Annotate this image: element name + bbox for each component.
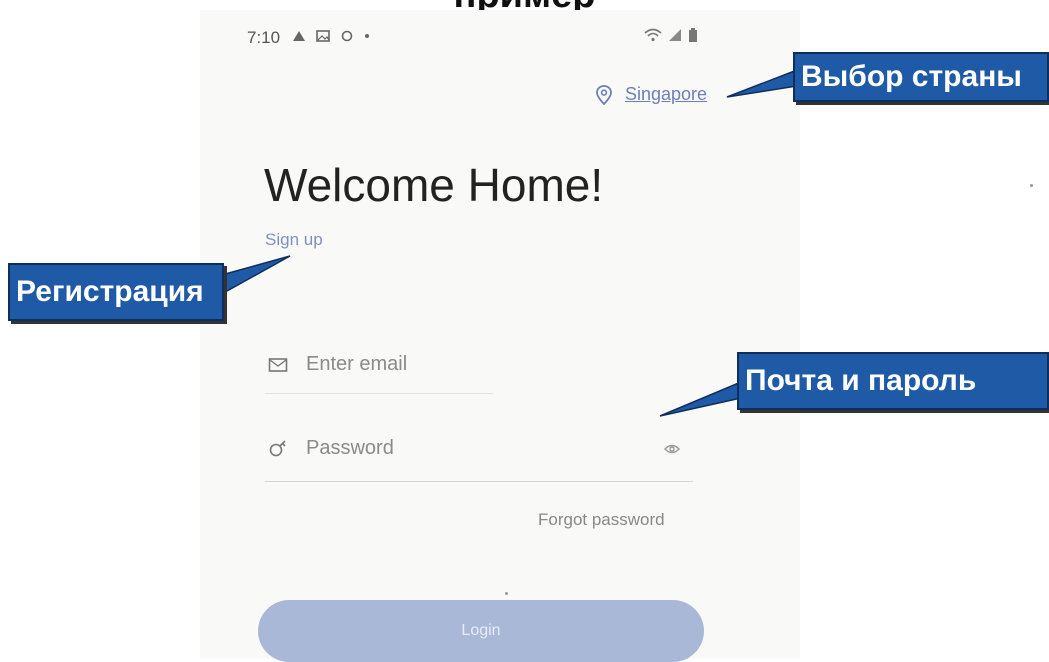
scan-dot (1030, 184, 1033, 187)
pointer-credentials (659, 380, 742, 417)
callout-country-selection: Выбор страны (793, 52, 1049, 102)
pointer-country (726, 68, 798, 98)
pointer-signup (217, 255, 291, 298)
scan-dot (505, 592, 508, 595)
callout-registration: Регистрация (8, 263, 224, 321)
callout-credentials: Почта и пароль (737, 352, 1049, 410)
